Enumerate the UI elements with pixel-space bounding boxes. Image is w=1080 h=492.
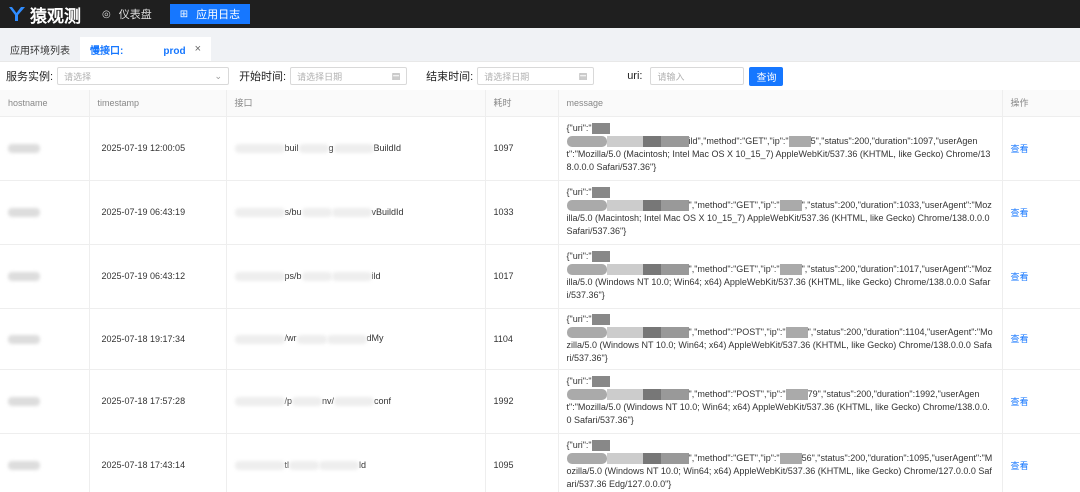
logo-icon — [9, 7, 25, 21]
timestamp-cell: 2025-07-19 06:43:19 — [89, 180, 227, 245]
tab-bar: 应用环境列表 慢接口: prod × — [0, 37, 1080, 62]
app-name: 猿观测 — [30, 6, 81, 26]
log-table: hostname timestamp 接口 耗时 message 操作 2025… — [0, 90, 1080, 492]
table-row: 2025-07-19 12:00:05 buil g BuildId 1097 {"uri… — [0, 116, 1080, 181]
instance-select[interactable]: 请选择 ⌄ — [57, 67, 230, 85]
message-cell: {"uri":" ","method":"GET","ip":" 56","stat… — [558, 433, 1003, 492]
duration-cell: 1992 — [485, 369, 559, 434]
action-cell: 查看 — [1002, 116, 1080, 181]
view-link[interactable]: 查看 — [1011, 461, 1029, 471]
api-cell: ps/b ild — [226, 244, 486, 309]
message-cell: {"uri":" ","method":"GET","ip":" ","status… — [558, 180, 1003, 245]
duration-cell: 1017 — [485, 244, 559, 309]
table-row: 2025-07-19 06:43:12 ps/b ild 1017 {"uri":" ",… — [0, 244, 1080, 309]
col-duration[interactable]: 耗时 — [485, 90, 559, 117]
tab-env-list[interactable]: 应用环境列表 — [0, 37, 80, 61]
timestamp-cell: 2025-07-18 19:17:34 — [89, 308, 227, 370]
nav-app-logs[interactable]: ⊞ 应用日志 — [169, 4, 251, 24]
filter-bar: 服务实例: 请选择 ⌄ 开始时间: 请选择日期 ▤ 结束时间: 请选择日期 ▤ … — [0, 62, 1080, 90]
app-logo[interactable]: 猿观测 — [8, 2, 92, 27]
col-api[interactable]: 接口 — [226, 90, 486, 117]
view-link[interactable]: 查看 — [1011, 272, 1029, 282]
start-date-placeholder: 请选择日期 — [297, 71, 343, 82]
api-cell: tl ld — [226, 433, 486, 492]
uri-input[interactable]: 请输入 — [650, 67, 745, 85]
timestamp-cell: 2025-07-18 17:43:14 — [89, 433, 227, 492]
tab-slow-api[interactable]: 慢接口: prod × — [80, 37, 211, 61]
table-row: 2025-07-18 17:43:14 tl ld 1095 {"uri":" ","me… — [0, 433, 1080, 492]
view-link[interactable]: 查看 — [1011, 208, 1029, 218]
col-action: 操作 — [1002, 90, 1080, 117]
action-cell: 查看 — [1002, 308, 1080, 370]
col-timestamp[interactable]: timestamp — [89, 90, 227, 117]
message-cell: {"uri":" ild","method":"GET","ip":" 5","st… — [558, 116, 1003, 181]
duration-cell: 1104 — [485, 308, 559, 370]
api-cell: /wr dMy — [226, 308, 486, 370]
message-cell: {"uri":" ","method":"GET","ip":" ","status… — [558, 244, 1003, 309]
nav-dashboard-label: 仪表盘 — [118, 9, 152, 21]
action-cell: 查看 — [1002, 244, 1080, 309]
action-cell: 查看 — [1002, 433, 1080, 492]
tab-slow-api-label: 慢接口: prod — [90, 45, 186, 57]
action-cell: 查看 — [1002, 369, 1080, 434]
api-cell: /p nv/conf — [226, 369, 486, 434]
message-cell: {"uri":" ","method":"POST","ip":" ","statu… — [558, 308, 1003, 370]
tab-env-list-label: 应用环境列表 — [10, 45, 70, 57]
hostname-cell — [0, 308, 90, 370]
calendar-icon: ▤ — [578, 70, 588, 81]
end-date-placeholder: 请选择日期 — [484, 71, 530, 82]
log-grid-icon: ⊞ — [179, 8, 189, 20]
action-cell: 查看 — [1002, 180, 1080, 245]
end-time-label: 结束时间: — [426, 71, 474, 83]
instance-label: 服务实例: — [6, 71, 54, 83]
view-link[interactable]: 查看 — [1011, 397, 1029, 407]
duration-cell: 1033 — [485, 180, 559, 245]
nav-app-logs-label: 应用日志 — [196, 9, 241, 21]
close-icon[interactable]: × — [195, 43, 201, 55]
hostname-cell — [0, 116, 90, 181]
api-cell: buil g BuildId — [226, 116, 486, 181]
hostname-cell — [0, 369, 90, 434]
timestamp-cell: 2025-07-19 12:00:05 — [89, 116, 227, 181]
message-cell: {"uri":" ","method":"POST","ip":" 79","sta… — [558, 369, 1003, 434]
view-link[interactable]: 查看 — [1011, 144, 1029, 154]
table-row: 2025-07-19 06:43:19 s/bu vBuildId 1033 {"uri… — [0, 180, 1080, 245]
api-cell: s/bu vBuildId — [226, 180, 486, 245]
timestamp-cell: 2025-07-18 17:57:28 — [89, 369, 227, 434]
hostname-cell — [0, 180, 90, 245]
nav-dashboard[interactable]: ◎ 仪表盘 — [92, 4, 162, 24]
col-message[interactable]: message — [558, 90, 1003, 117]
calendar-icon: ▤ — [391, 70, 401, 81]
table-row: 2025-07-18 19:17:34/wr dMy 1104 {"uri":" ","… — [0, 308, 1080, 370]
search-button[interactable]: 查询 — [749, 66, 784, 86]
timestamp-cell: 2025-07-19 06:43:12 — [89, 244, 227, 309]
col-hostname[interactable]: hostname — [0, 90, 90, 117]
dashboard-icon: ◎ — [102, 8, 111, 20]
table-header: hostname timestamp 接口 耗时 message 操作 — [0, 90, 1080, 117]
chevron-down-icon: ⌄ — [214, 70, 223, 81]
view-link[interactable]: 查看 — [1011, 334, 1029, 344]
start-date-picker[interactable]: 请选择日期 ▤ — [290, 67, 408, 85]
start-time-label: 开始时间: — [239, 71, 287, 83]
hostname-cell — [0, 433, 90, 492]
uri-placeholder: 请输入 — [657, 71, 685, 82]
instance-placeholder: 请选择 — [64, 71, 92, 82]
hostname-cell — [0, 244, 90, 309]
uri-label: uri: — [627, 70, 643, 82]
top-nav-bar: 猿观测 ◎ 仪表盘 ⊞ 应用日志 — [0, 0, 1080, 28]
duration-cell: 1097 — [485, 116, 559, 181]
end-date-picker[interactable]: 请选择日期 ▤ — [477, 67, 595, 85]
duration-cell: 1095 — [485, 433, 559, 492]
table-row: 2025-07-18 17:57:28/p nv/conf 1992 {"uri":"… — [0, 369, 1080, 434]
